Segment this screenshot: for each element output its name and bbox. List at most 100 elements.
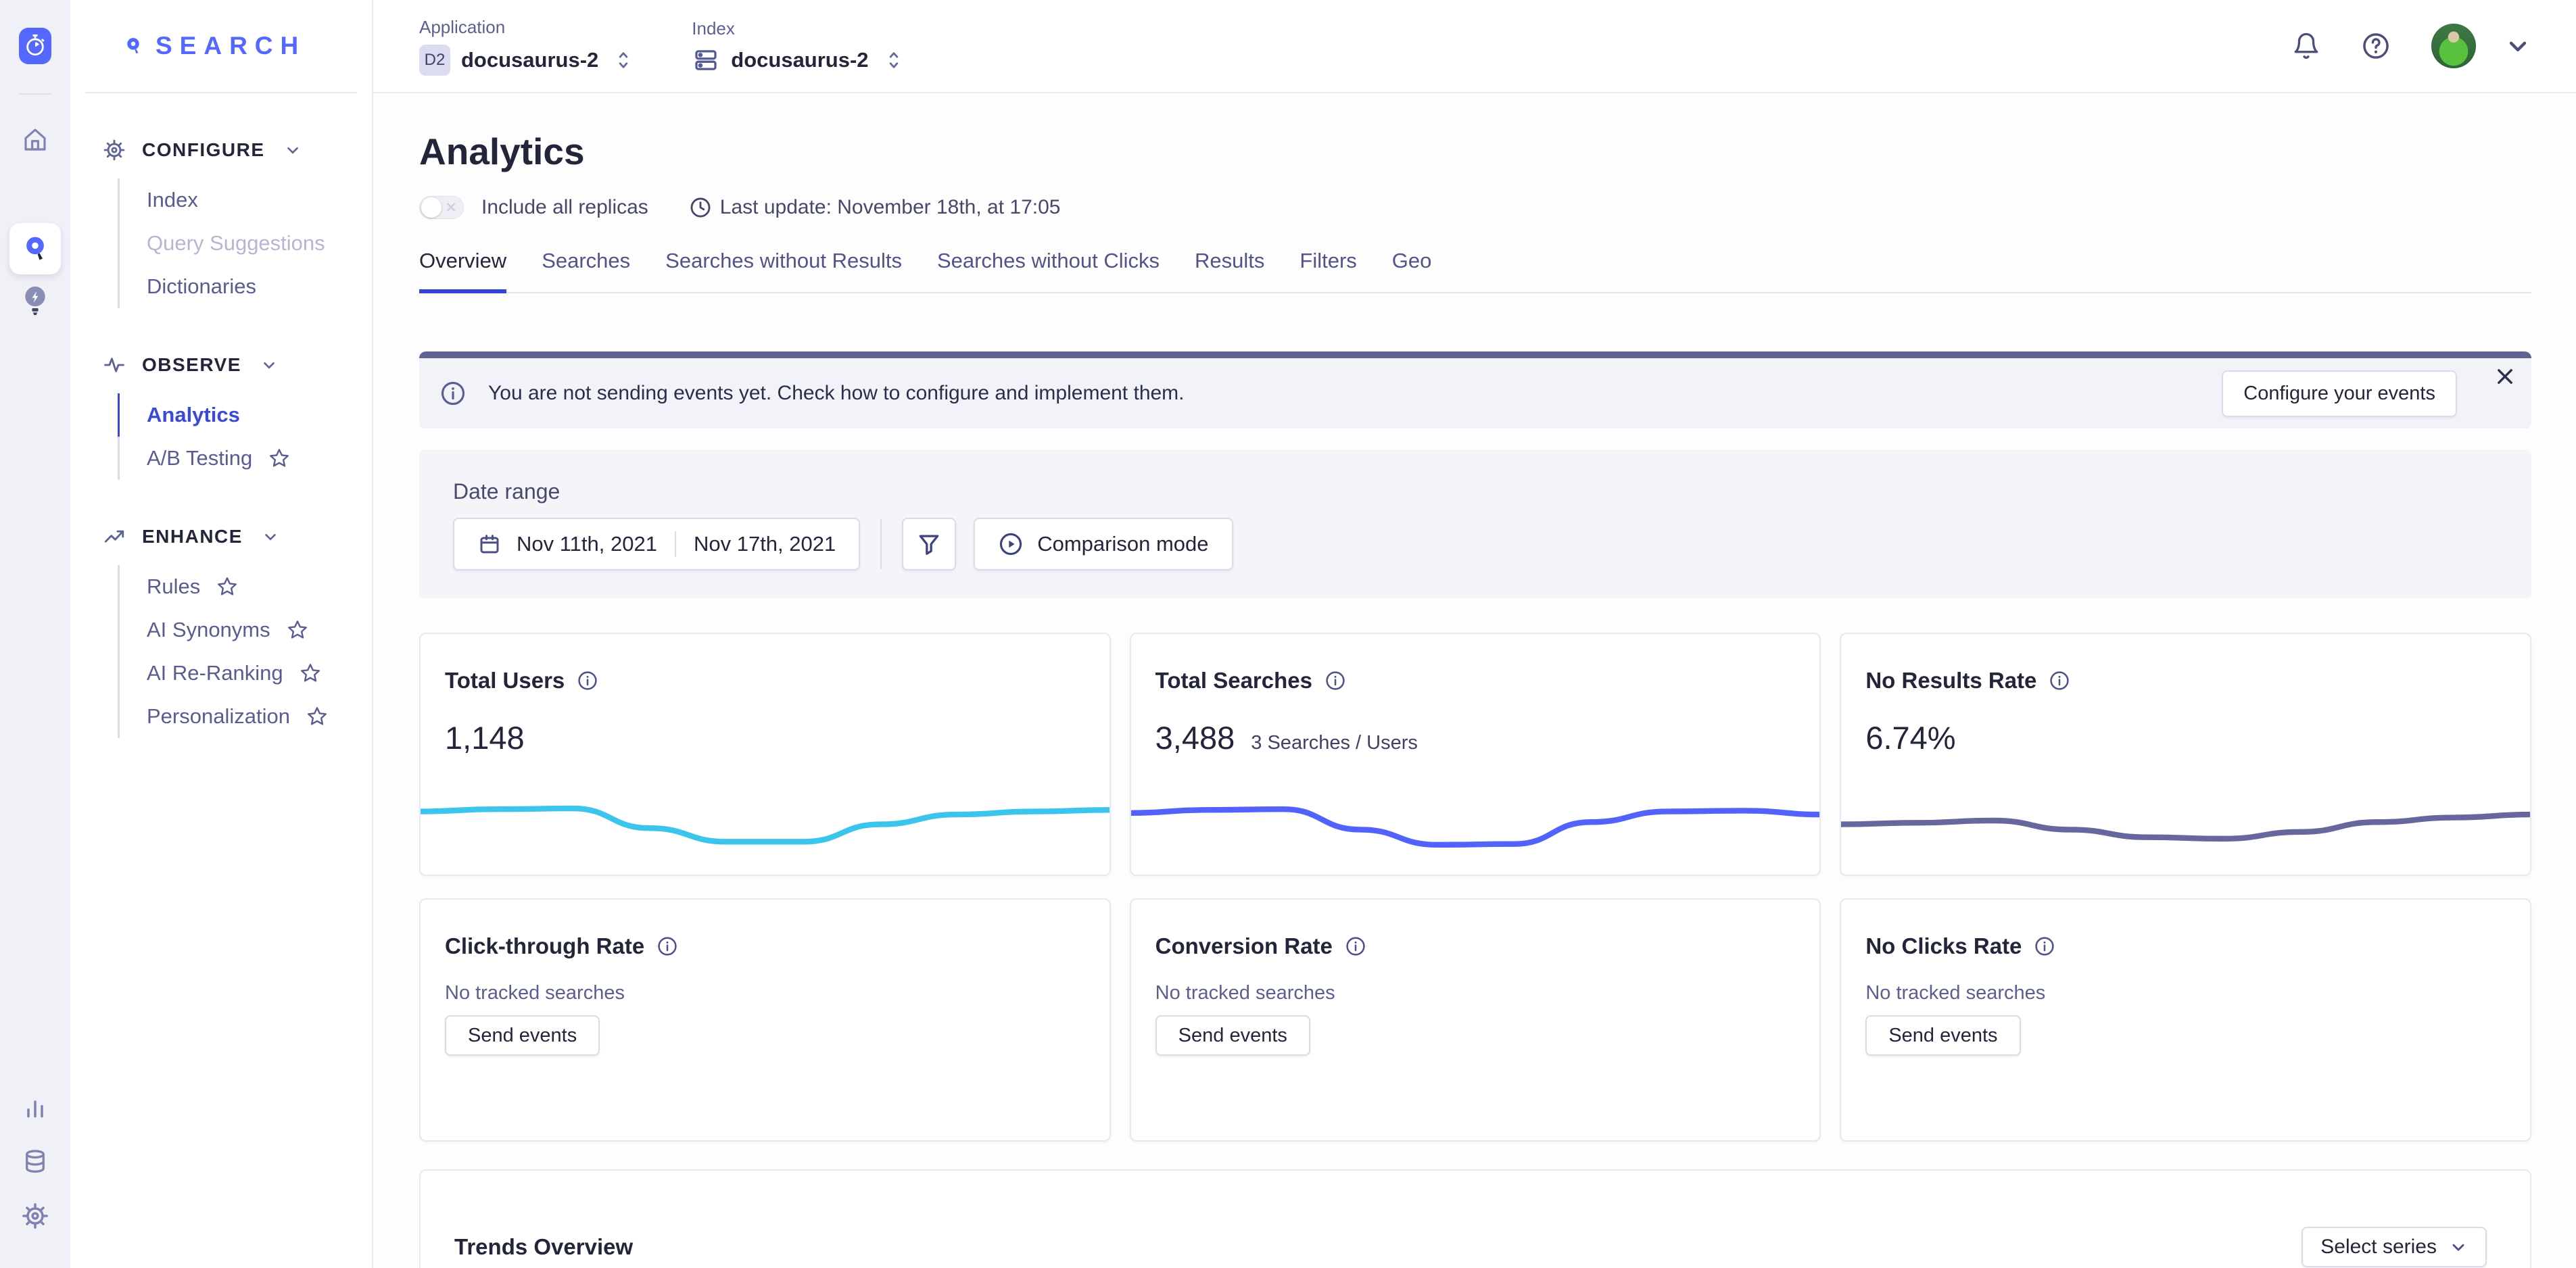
- send-events-button[interactable]: Send events: [1865, 1015, 2020, 1056]
- sidebar-item-ai-synonyms[interactable]: AI Synonyms: [118, 608, 372, 652]
- application-value: docusaurus-2: [461, 48, 598, 72]
- tab-searches-without-results[interactable]: Searches without Results: [665, 249, 902, 293]
- metric-cards-row-2: Click-through Rate No tracked searches S…: [419, 898, 2531, 1142]
- index-icon: [692, 46, 720, 74]
- sidebar-item-dictionaries[interactable]: Dictionaries: [118, 265, 372, 308]
- section-header-configure[interactable]: CONFIGURE: [103, 138, 372, 162]
- gear-icon: [103, 139, 126, 162]
- banner-message: You are not sending events yet. Check ho…: [488, 382, 1185, 405]
- configure-events-button[interactable]: Configure your events: [2222, 370, 2457, 417]
- sidebar-item-index[interactable]: Index: [118, 178, 372, 222]
- date-range-label: Date range: [453, 479, 2531, 504]
- avatar[interactable]: [2431, 24, 2476, 68]
- section-enhance: ENHANCE Rules AI Synonyms: [103, 525, 372, 738]
- no-clicks-rate-card: No Clicks Rate No tracked searches Send …: [1840, 898, 2531, 1142]
- section-label: CONFIGURE: [142, 139, 265, 161]
- pulse-icon: [103, 353, 126, 376]
- index-selector[interactable]: Index docusaurus-2: [692, 18, 903, 74]
- metric-cards-row-1: Total Users 1,148 Total Searches: [419, 633, 2531, 876]
- sidebar-item-rules[interactable]: Rules: [118, 565, 372, 608]
- database-icon[interactable]: [21, 1148, 49, 1176]
- logo-text: SEARCH: [156, 32, 306, 60]
- card-title: Total Users: [445, 668, 565, 693]
- tab-searches-without-clicks[interactable]: Searches without Clicks: [937, 249, 1160, 293]
- trends-overview-card: Trends Overview Select series: [419, 1169, 2531, 1268]
- date-range-picker[interactable]: Nov 11th, 2021 Nov 17th, 2021: [453, 518, 860, 570]
- info-icon[interactable]: [2049, 670, 2070, 691]
- last-update: Last update: November 18th, at 17:05: [689, 196, 1061, 219]
- click-through-rate-card: Click-through Rate No tracked searches S…: [419, 898, 1111, 1142]
- info-icon[interactable]: [1325, 670, 1346, 691]
- star-icon[interactable]: [268, 447, 290, 469]
- account-chevron-icon[interactable]: [2504, 32, 2531, 59]
- total-users-sparkline: [419, 783, 1111, 858]
- home-icon[interactable]: [21, 126, 49, 154]
- comparison-mode-button[interactable]: Comparison mode: [974, 518, 1233, 570]
- include-replicas-toggle[interactable]: ✕: [419, 196, 464, 219]
- section-header-observe[interactable]: OBSERVE: [103, 353, 372, 377]
- sorter-icon: [613, 49, 634, 72]
- clock-icon: [689, 196, 712, 219]
- dashboard-logo-tile[interactable]: [19, 28, 51, 64]
- search-logo[interactable]: SEARCH: [85, 0, 357, 93]
- application-badge: D2: [419, 45, 450, 76]
- rail-divider: [19, 93, 51, 95]
- sidebar-item-ai-re-ranking[interactable]: AI Re-Ranking: [118, 652, 372, 695]
- sidebar-item-label: Personalization: [147, 704, 290, 729]
- send-events-button[interactable]: Send events: [1155, 1015, 1310, 1056]
- sidebar-item-label: AI Re-Ranking: [147, 661, 283, 685]
- gear-icon[interactable]: [21, 1202, 49, 1230]
- info-icon[interactable]: [2034, 935, 2055, 957]
- sidebar-item-label: Query Suggestions: [147, 231, 325, 255]
- sidebar-item-personalization[interactable]: Personalization: [118, 695, 372, 738]
- star-icon[interactable]: [216, 576, 238, 598]
- sidebar-item-query-suggestions[interactable]: Query Suggestions: [118, 222, 372, 265]
- no-results-rate-sparkline: [1840, 783, 2531, 858]
- total-searches-sparkline: [1130, 783, 1821, 858]
- section-header-enhance[interactable]: ENHANCE: [103, 525, 372, 549]
- filter-button[interactable]: [902, 518, 956, 570]
- include-replicas-label: Include all replicas: [481, 196, 648, 219]
- card-title: Total Searches: [1155, 668, 1312, 693]
- card-value: 6.74%: [1865, 719, 1955, 756]
- star-icon[interactable]: [300, 662, 321, 684]
- trend-up-icon: [103, 525, 126, 548]
- card-title: Click-through Rate: [445, 933, 644, 959]
- product-rail: [0, 0, 70, 1268]
- info-icon[interactable]: [657, 935, 678, 957]
- close-icon[interactable]: [2494, 365, 2517, 388]
- send-events-button[interactable]: Send events: [445, 1015, 600, 1056]
- sorter-icon: [884, 49, 904, 72]
- tab-searches[interactable]: Searches: [542, 249, 630, 293]
- index-value: docusaurus-2: [731, 48, 868, 72]
- sidebar-item-label: Index: [147, 188, 198, 212]
- tab-filters[interactable]: Filters: [1299, 249, 1356, 293]
- no-tracked-searches-text: No tracked searches: [1155, 982, 1820, 1004]
- card-subtitle: 3 Searches / Users: [1251, 732, 1418, 754]
- bell-icon[interactable]: [2292, 32, 2320, 60]
- application-selector[interactable]: Application D2 docusaurus-2: [419, 17, 634, 76]
- star-icon[interactable]: [287, 619, 308, 641]
- play-circle-icon: [998, 531, 1024, 557]
- sidebar-nav: CONFIGURE Index Query Suggestions Dictio…: [70, 93, 372, 738]
- chevron-down-icon: [262, 528, 279, 545]
- chevron-down-icon: [284, 141, 302, 159]
- help-icon[interactable]: [2361, 31, 2391, 61]
- bar-chart-icon[interactable]: [22, 1095, 49, 1122]
- tab-geo[interactable]: Geo: [1392, 249, 1432, 293]
- select-series-button[interactable]: Select series: [2301, 1227, 2487, 1267]
- info-icon[interactable]: [1345, 935, 1366, 957]
- lightbulb-bolt-icon[interactable]: [20, 284, 50, 318]
- sidebar-item-analytics[interactable]: Analytics: [118, 393, 372, 437]
- stopwatch-icon: [24, 33, 47, 59]
- toggle-off-x: ✕: [445, 199, 457, 216]
- info-icon[interactable]: [577, 670, 598, 691]
- tab-results[interactable]: Results: [1195, 249, 1264, 293]
- search-product-tile[interactable]: [9, 223, 61, 274]
- tab-overview[interactable]: Overview: [419, 249, 506, 293]
- star-icon[interactable]: [306, 706, 328, 727]
- card-title: No Results Rate: [1865, 668, 2036, 693]
- sidebar-item-ab-testing[interactable]: A/B Testing: [118, 437, 372, 480]
- chevron-down-icon: [260, 356, 278, 374]
- date-end: Nov 17th, 2021: [694, 532, 836, 556]
